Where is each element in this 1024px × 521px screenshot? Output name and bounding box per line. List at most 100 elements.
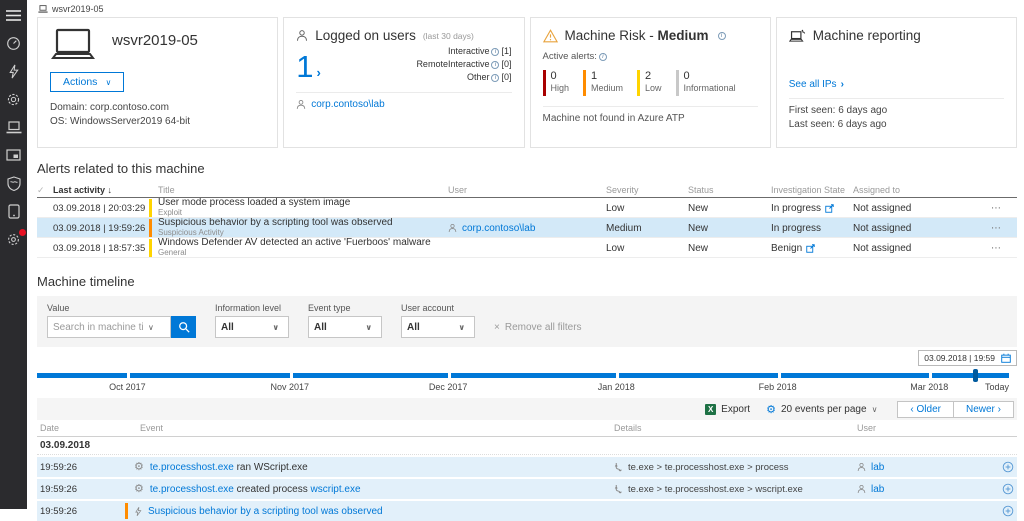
axis-label: Nov 2017 [270, 382, 309, 392]
chevron-down-icon: ∨ [273, 323, 284, 332]
monitor-service-health-icon[interactable] [5, 147, 23, 163]
col-assigned-to[interactable]: Assigned to [853, 185, 991, 195]
info-icon[interactable]: i [718, 32, 726, 40]
search-button[interactable] [171, 316, 196, 338]
col-severity[interactable]: Severity [606, 185, 688, 195]
see-all-ips-link[interactable]: See all IPs › [789, 79, 844, 90]
alert-user-link[interactable]: corp.contoso\lab [448, 223, 606, 234]
col-last-activity[interactable]: Last activity ↓ [53, 185, 149, 195]
sort-desc-icon: ↓ [108, 185, 113, 195]
gear-shield-investigations-icon[interactable] [5, 91, 23, 107]
alert-severity: Low [606, 203, 688, 214]
investigation-state-link[interactable]: Benign [771, 243, 853, 254]
user-account-dropdown[interactable]: All ∨ [401, 316, 475, 338]
machine-reporting-icon [789, 29, 806, 43]
breadcrumb[interactable]: wsvr2019-05 [27, 0, 1024, 17]
axis-label: Jan 2018 [598, 382, 635, 392]
row-menu-icon[interactable]: ⋯ [991, 223, 1017, 234]
timeline-axis: Oct 2017 Nov 2017 Dec 2017 Jan 2018 Feb … [37, 382, 1009, 394]
col-event[interactable]: Event [110, 423, 614, 433]
severity-medium: 1Medium [583, 70, 623, 96]
chevron-right-icon: › [317, 66, 321, 84]
info-icon[interactable]: i [491, 61, 499, 69]
gauge-dashboard-icon[interactable] [5, 35, 23, 51]
older-button[interactable]: ‹ Older [898, 402, 953, 417]
settings-gear-icon[interactable] [5, 231, 23, 247]
remove-all-filters[interactable]: × Remove all filters [494, 322, 582, 333]
investigation-state-link[interactable]: In progress [771, 203, 853, 214]
events-per-page-dropdown[interactable]: ⚙ 20 events per page ∨ [766, 403, 881, 416]
col-user[interactable]: User [857, 423, 1002, 433]
alert-assigned-to: Not assigned [853, 223, 991, 234]
person-icon [296, 29, 308, 42]
export-button[interactable]: X Export [705, 404, 750, 415]
newer-button[interactable]: Newer › [953, 402, 1013, 417]
lightning-alerts-icon[interactable] [5, 63, 23, 79]
col-details[interactable]: Details [614, 423, 857, 433]
user-link[interactable]: lab [871, 462, 884, 473]
alert-severity-bar [149, 199, 152, 217]
col-investigation-state[interactable]: Investigation State [771, 185, 853, 195]
chevron-down-icon: ∨ [366, 323, 377, 332]
process-gear-icon: ⚙ [134, 484, 144, 495]
process-link[interactable]: te.processhost.exe [150, 462, 234, 473]
machine-details-card: wsvr2019-05 Actions ∨ Domain: corp.conto… [37, 17, 278, 148]
information-level-dropdown[interactable]: All ∨ [215, 316, 289, 338]
event-text: ran WScript.exe [234, 462, 308, 473]
alert-status: New [688, 243, 771, 254]
actions-button[interactable]: Actions ∨ [50, 72, 124, 92]
laptop-icon [50, 28, 96, 64]
alert-status: New [688, 203, 771, 214]
shield-secure-score-icon[interactable] [5, 175, 23, 191]
process-gear-icon: ⚙ [134, 462, 144, 473]
sidebar-nav [0, 0, 27, 509]
col-date[interactable]: Date [37, 423, 110, 433]
event-row[interactable]: 19:59:26 ⚙ te.processhost.exe created pr… [37, 479, 1017, 499]
laptop-machines-icon[interactable] [5, 119, 23, 135]
tablet-device-icon[interactable] [5, 203, 23, 219]
risk-level: Medium [658, 28, 709, 43]
azure-atp-note: Machine not found in Azure ATP [543, 113, 758, 124]
events-table-header: Date Event Details User [37, 420, 1017, 437]
logged-on-users-count[interactable]: 1 › [296, 45, 321, 84]
info-icon[interactable]: i [491, 74, 499, 82]
info-icon[interactable]: i [599, 53, 607, 61]
expand-row-icon[interactable] [1002, 483, 1018, 495]
logged-on-user-link[interactable]: corp.contoso\lab [296, 99, 384, 110]
col-title[interactable]: Title [149, 185, 448, 195]
info-icon[interactable]: i [491, 48, 499, 56]
alert-row[interactable]: 03.09.2018 | 18:57:35 Windows Defender A… [37, 238, 1017, 258]
event-row-alert[interactable]: 19:59:26 Suspicious behavior by a script… [37, 501, 1017, 521]
timeline-search-input[interactable] [48, 322, 148, 333]
alert-title: User mode process loaded a system image [158, 198, 448, 208]
col-status[interactable]: Status [688, 185, 771, 195]
expand-row-icon[interactable] [1002, 505, 1018, 517]
event-row[interactable]: 19:59:26 ⚙ te.processhost.exe ran WScrip… [37, 457, 1017, 477]
user-link[interactable]: lab [871, 484, 884, 495]
process-link[interactable]: wscript.exe [311, 484, 361, 495]
expand-row-icon[interactable] [1002, 461, 1018, 473]
alert-row-selected[interactable]: 03.09.2018 | 19:59:26 Suspicious behavio… [37, 218, 1017, 238]
severity-color-bar [543, 70, 546, 96]
hamburger-menu-icon[interactable] [5, 7, 23, 23]
alert-assigned-to: Not assigned [853, 243, 991, 254]
machine-domain: Domain: corp.contoso.com [50, 102, 265, 113]
card-title: Logged on users [315, 28, 416, 43]
chevron-down-icon[interactable]: ∨ [148, 323, 158, 332]
warning-triangle-icon [543, 29, 558, 43]
event-type-dropdown[interactable]: All ∨ [308, 316, 382, 338]
last-seen: Last seen: 6 days ago [789, 119, 1004, 130]
alert-row[interactable]: 03.09.2018 | 20:03:29 User mode process … [37, 198, 1017, 218]
select-all-checkmark-icon[interactable]: ✓ [37, 185, 53, 196]
process-link[interactable]: te.processhost.exe [150, 484, 234, 495]
axis-label: Mar 2018 [910, 382, 948, 392]
main-content: wsvr2019-05 wsvr2019-05 Actions ∨ [27, 0, 1024, 509]
col-user[interactable]: User [448, 185, 606, 195]
alert-event-link[interactable]: Suspicious behavior by a scripting tool … [148, 506, 383, 517]
timeline-track[interactable] [37, 373, 1009, 378]
row-menu-icon[interactable]: ⋯ [991, 203, 1017, 214]
row-menu-icon[interactable]: ⋯ [991, 243, 1017, 254]
timeline-slider-handle[interactable] [973, 369, 978, 382]
alerts-table: ✓ Last activity ↓ Title User Severity St… [37, 183, 1017, 258]
timeline-date-picker[interactable]: 03.09.2018 | 19:59 [918, 350, 1017, 366]
